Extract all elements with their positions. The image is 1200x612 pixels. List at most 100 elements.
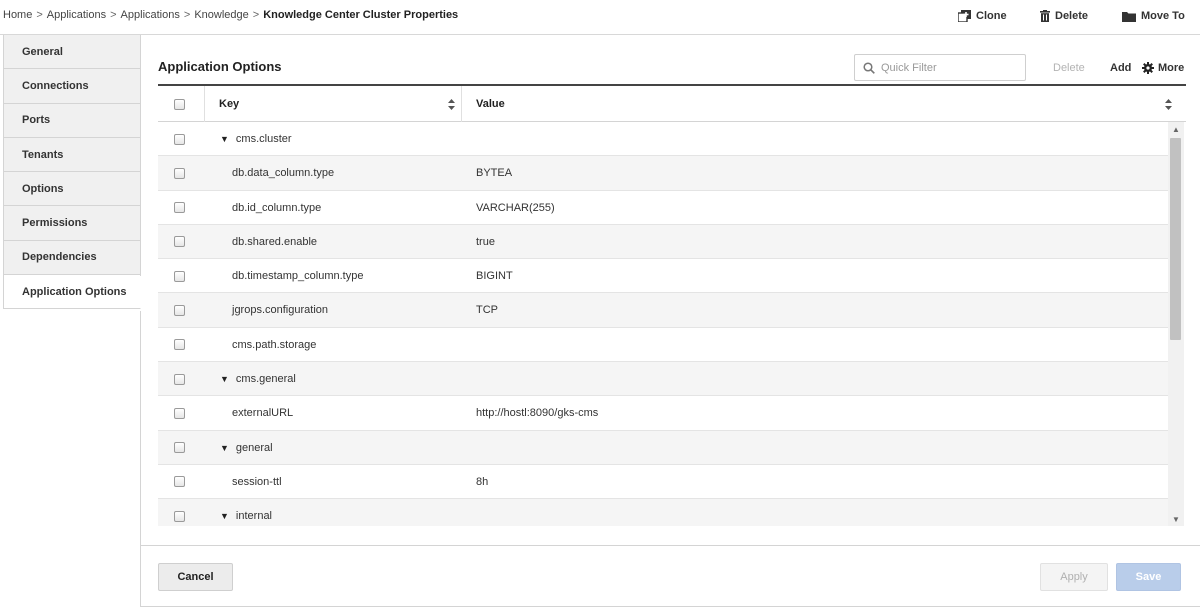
key-cell: ▼ internal <box>220 499 272 526</box>
key-text: cms.path.storage <box>232 338 317 351</box>
clone-button[interactable]: Clone <box>958 10 1007 22</box>
key-text: db.id_column.type <box>232 201 322 214</box>
scroll-thumb[interactable] <box>1170 138 1181 340</box>
nav-item-options[interactable]: Options <box>3 172 141 207</box>
breadcrumb-home[interactable]: Home <box>3 9 32 21</box>
section-title: Application Options <box>158 59 282 74</box>
key-cell: ▼ cms.cluster <box>220 122 292 156</box>
more-button[interactable]: More <box>1142 62 1184 74</box>
table-scrollbar[interactable]: ▲ ▼ <box>1168 122 1184 526</box>
row-checkbox[interactable] <box>174 202 185 214</box>
breadcrumb-applications[interactable]: Applications <box>47 9 106 21</box>
nav-item-permissions[interactable]: Permissions <box>3 206 141 241</box>
table-row[interactable]: db.data_column.type BYTEA <box>158 156 1170 191</box>
key-text: db.data_column.type <box>232 167 335 180</box>
sort-icon <box>448 98 455 110</box>
key-text: session-ttl <box>232 475 282 488</box>
value-cell: true <box>476 235 495 248</box>
value-cell: TCP <box>476 304 498 317</box>
breadcrumb-knowledge[interactable]: Knowledge <box>194 9 248 21</box>
table-row[interactable]: ▼ cms.general <box>158 362 1170 397</box>
table-row[interactable]: ▼ internal <box>158 499 1170 526</box>
value-cell: BYTEA <box>476 167 513 180</box>
nav-item-application-options[interactable]: Application Options <box>3 275 141 310</box>
nav-item-ports[interactable]: Ports <box>3 103 141 138</box>
table-row[interactable]: db.timestamp_column.type BIGINT <box>158 259 1170 294</box>
key-cell: db.id_column.type <box>232 191 321 225</box>
row-checkbox[interactable] <box>174 407 185 419</box>
row-checkbox[interactable] <box>174 133 185 145</box>
row-checkbox[interactable] <box>174 167 185 179</box>
table-row[interactable]: session-ttl 8h <box>158 464 1170 500</box>
row-checkbox-cell <box>174 259 185 293</box>
nav-item-tenants[interactable]: Tenants <box>3 137 141 173</box>
column-key-label: Key <box>219 98 240 110</box>
clone-label: Clone <box>976 10 1007 22</box>
row-checkbox-cell <box>174 293 185 327</box>
table-row[interactable]: db.id_column.type VARCHAR(255) <box>158 190 1170 225</box>
key-cell: db.shared.enable <box>232 225 317 259</box>
table-body: ▼ cms.cluster db.data_column.type BYTEA db.i… <box>158 122 1170 526</box>
expand-caret-icon[interactable]: ▼ <box>220 134 229 144</box>
options-table: Key Value ▼ cms.cluster db.data_column.typ… <box>158 84 1186 526</box>
add-option-button[interactable]: Add <box>1110 62 1131 74</box>
content-left-border <box>140 311 141 606</box>
row-checkbox-cell <box>174 396 185 430</box>
expand-caret-icon[interactable]: ▼ <box>220 374 229 384</box>
value-cell: BIGINT <box>476 270 513 283</box>
key-cell: externalURL <box>232 396 293 430</box>
row-checkbox[interactable] <box>174 339 185 351</box>
expand-caret-icon[interactable]: ▼ <box>220 511 229 521</box>
column-key[interactable]: Key <box>219 86 455 122</box>
row-checkbox-cell <box>174 362 185 396</box>
nav-item-connections[interactable]: Connections <box>3 69 141 104</box>
search-icon <box>863 61 875 74</box>
nav-item-general[interactable]: General <box>3 35 141 70</box>
delete-option-button[interactable]: Delete <box>1053 62 1085 74</box>
trash-icon <box>1040 10 1050 22</box>
save-button[interactable]: Save <box>1116 563 1181 591</box>
row-checkbox-cell <box>174 191 185 225</box>
row-checkbox[interactable] <box>174 442 185 454</box>
quick-filter-input[interactable] <box>881 61 1021 74</box>
top-bar: Home > Applications > Applications > Knowledge… <box>0 0 1200 35</box>
expand-caret-icon[interactable]: ▼ <box>220 443 229 453</box>
apply-button[interactable]: Apply <box>1040 563 1108 591</box>
table-row[interactable]: externalURL http://hostl:8090/gks-cms <box>158 396 1170 431</box>
move-to-button[interactable]: Move To <box>1122 10 1185 22</box>
move-to-label: Move To <box>1141 10 1185 22</box>
key-cell: session-ttl <box>232 465 282 499</box>
content-left-border-top <box>140 35 141 276</box>
row-checkbox[interactable] <box>174 476 185 488</box>
column-value[interactable]: Value <box>476 86 1172 122</box>
table-row[interactable]: db.shared.enable true <box>158 224 1170 260</box>
delete-button[interactable]: Delete <box>1040 10 1088 22</box>
key-text: jgrops.configuration <box>232 304 329 317</box>
row-checkbox-cell <box>174 328 185 362</box>
row-checkbox[interactable] <box>174 373 185 385</box>
row-checkbox[interactable] <box>174 510 185 522</box>
clone-icon <box>958 10 971 22</box>
row-checkbox[interactable] <box>174 270 185 282</box>
sort-icon <box>1165 98 1172 110</box>
breadcrumb-applications-folder[interactable]: Applications <box>121 9 180 21</box>
row-checkbox-cell <box>174 122 185 156</box>
key-cell: ▼ general <box>220 431 273 465</box>
key-cell: db.timestamp_column.type <box>232 259 363 293</box>
cancel-button[interactable]: Cancel <box>158 563 233 591</box>
select-all-checkbox[interactable] <box>174 98 185 110</box>
table-row[interactable]: ▼ general <box>158 430 1170 465</box>
quick-filter[interactable] <box>854 54 1026 81</box>
table-row[interactable]: ▼ cms.cluster <box>158 122 1170 157</box>
delete-label: Delete <box>1055 10 1089 22</box>
key-text: internal <box>235 510 272 523</box>
row-checkbox-cell <box>174 156 185 190</box>
row-checkbox[interactable] <box>174 304 185 316</box>
scroll-up-arrow[interactable]: ▲ <box>1168 122 1184 136</box>
table-row[interactable]: cms.path.storage <box>158 327 1170 363</box>
table-row[interactable]: jgrops.configuration TCP <box>158 293 1170 328</box>
nav-item-dependencies[interactable]: Dependencies <box>3 240 141 276</box>
row-checkbox[interactable] <box>174 236 185 248</box>
more-label: More <box>1158 62 1185 74</box>
scroll-down-arrow[interactable]: ▼ <box>1168 512 1184 526</box>
